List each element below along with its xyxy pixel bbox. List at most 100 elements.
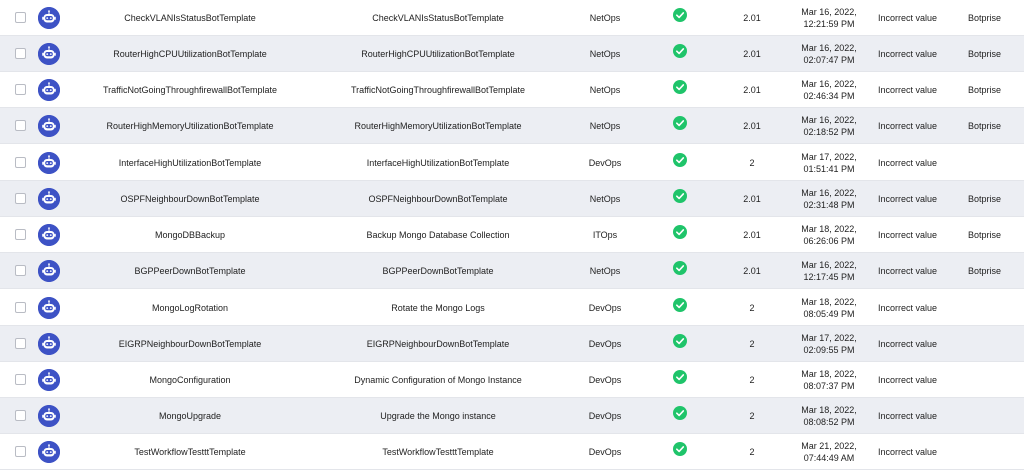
modified-datetime: Mar 16, 2022, 12:21:59 PM <box>780 0 878 35</box>
row-checkbox[interactable] <box>15 47 26 59</box>
bot-description: TrafficNotGoingThroughfirewallBotTemplat… <box>350 84 526 95</box>
row-checkbox[interactable] <box>15 373 26 385</box>
modified-date: Mar 16, 2022, <box>801 259 857 270</box>
bot-owner <box>968 290 1024 325</box>
modified-datetime: Mar 16, 2022, 12:17:45 PM <box>780 253 878 288</box>
bot-owner <box>968 145 1024 180</box>
row-checkbox[interactable] <box>15 119 26 131</box>
row-checkbox[interactable] <box>15 264 26 276</box>
bot-templates-table: CheckVLANIsStatusBotTemplate CheckVLANIsS… <box>0 0 1024 475</box>
row-checkbox[interactable] <box>15 445 26 457</box>
bot-group: ITOps <box>592 229 618 240</box>
bot-avatar-icon <box>38 296 60 319</box>
bot-name[interactable]: OSPFNeighbourDownBotTemplate <box>70 181 310 216</box>
row-checkbox[interactable] <box>15 192 26 204</box>
modified-datetime: Mar 16, 2022, 02:07:47 PM <box>780 36 878 71</box>
row-checkbox[interactable] <box>15 83 26 95</box>
bot-name[interactable]: TestWorkflowTestttTemplate <box>70 434 310 469</box>
validation-status: Incorrect value <box>878 157 938 168</box>
table-row[interactable]: InterfaceHighUtilizationBotTemplate Inter… <box>0 145 1024 181</box>
table-row[interactable]: MongoDBBackup Backup Mongo Database Colle… <box>0 217 1024 253</box>
bot-avatar-icon <box>38 440 60 463</box>
bot-name[interactable]: BGPPeerDownBotTemplate <box>70 253 310 288</box>
bot-owner: Botprise <box>968 84 1002 95</box>
bot-avatar-icon <box>38 42 60 65</box>
validation-status: Incorrect value <box>878 229 938 240</box>
bot-group: NetOps <box>589 265 621 276</box>
modified-time: 02:09:55 PM <box>803 344 855 355</box>
modified-date: Mar 21, 2022, <box>801 440 857 451</box>
modified-date: Mar 16, 2022, <box>801 42 857 53</box>
table-row[interactable]: MongoLogRotation Rotate the Mongo Logs Dev… <box>0 290 1024 326</box>
bot-name[interactable]: MongoUpgrade <box>70 398 310 433</box>
modified-time: 12:17:45 PM <box>803 271 855 282</box>
bot-avatar-icon <box>38 368 60 391</box>
bot-name[interactable]: InterfaceHighUtilizationBotTemplate <box>70 145 310 180</box>
bot-name[interactable]: EIGRPNeighbourDownBotTemplate <box>70 326 310 361</box>
modified-datetime: Mar 18, 2022, 08:08:52 PM <box>780 398 878 433</box>
bot-group: DevOps <box>588 302 622 313</box>
bot-description: InterfaceHighUtilizationBotTemplate <box>366 157 510 168</box>
bot-owner <box>968 398 1024 433</box>
bot-description: EIGRPNeighbourDownBotTemplate <box>366 338 510 349</box>
table-row[interactable]: CheckVLANIsStatusBotTemplate CheckVLANIsS… <box>0 0 1024 36</box>
row-checkbox[interactable] <box>15 228 26 240</box>
row-checkbox[interactable] <box>15 301 26 313</box>
modified-datetime: Mar 18, 2022, 08:05:49 PM <box>780 290 878 325</box>
row-checkbox[interactable] <box>15 156 26 168</box>
row-checkbox[interactable] <box>15 337 26 349</box>
bot-avatar-icon <box>38 259 60 282</box>
bot-name[interactable]: MongoLogRotation <box>70 290 310 325</box>
table-row[interactable]: RouterHighCPUUtilizationBotTemplate Route… <box>0 36 1024 72</box>
modified-time: 08:07:37 PM <box>803 380 855 391</box>
table-row[interactable]: TestWorkflowTestttTemplate TestWorkflowTe… <box>0 434 1024 470</box>
bot-group: DevOps <box>588 157 622 168</box>
table-row[interactable]: BGPPeerDownBotTemplate BGPPeerDownBotTemp… <box>0 253 1024 289</box>
bot-group: DevOps <box>588 410 622 421</box>
bot-description: Dynamic Configuration of Mongo Instance <box>354 374 522 385</box>
modified-time: 08:08:52 PM <box>803 416 855 427</box>
modified-time: 02:18:52 PM <box>803 126 855 137</box>
table-row[interactable]: RouterHighMemoryUtilizationBotTemplate Ro… <box>0 108 1024 144</box>
bot-name[interactable]: TrafficNotGoingThroughfirewallBotTemplat… <box>70 72 310 107</box>
bot-description: RouterHighMemoryUtilizationBotTemplate <box>354 120 522 131</box>
check-circle-icon <box>673 333 687 348</box>
bot-avatar-icon <box>38 187 60 210</box>
row-checkbox[interactable] <box>15 409 26 421</box>
bot-description: RouterHighCPUUtilizationBotTemplate <box>361 48 515 59</box>
bot-group: NetOps <box>589 48 621 59</box>
table-row[interactable]: TrafficNotGoingThroughfirewallBotTemplat… <box>0 72 1024 108</box>
bot-name[interactable]: RouterHighCPUUtilizationBotTemplate <box>70 36 310 71</box>
modified-time: 02:46:34 PM <box>803 90 855 101</box>
bot-owner <box>968 326 1024 361</box>
bot-name[interactable]: MongoDBBackup <box>70 217 310 252</box>
check-circle-icon <box>673 43 687 58</box>
bot-owner: Botprise <box>968 193 1002 204</box>
table-row[interactable]: MongoConfiguration Dynamic Configuration … <box>0 362 1024 398</box>
table-row[interactable]: OSPFNeighbourDownBotTemplate OSPFNeighbou… <box>0 181 1024 217</box>
bot-avatar-icon <box>38 332 60 355</box>
modified-date: Mar 16, 2022, <box>801 78 857 89</box>
bot-description: CheckVLANIsStatusBotTemplate <box>372 12 504 23</box>
bot-avatar-icon <box>38 78 60 101</box>
table-row[interactable]: MongoUpgrade Upgrade the Mongo instance De… <box>0 398 1024 434</box>
bot-avatar-icon <box>38 114 60 137</box>
bot-name[interactable]: CheckVLANIsStatusBotTemplate <box>70 0 310 35</box>
bot-name[interactable]: RouterHighMemoryUtilizationBotTemplate <box>70 108 310 143</box>
validation-status: Incorrect value <box>878 120 938 131</box>
table-row[interactable]: EIGRPNeighbourDownBotTemplate EIGRPNeighb… <box>0 326 1024 362</box>
validation-status: Incorrect value <box>878 446 938 457</box>
bot-owner <box>968 434 1024 469</box>
bot-owner: Botprise <box>968 265 1002 276</box>
validation-status: Incorrect value <box>878 48 938 59</box>
modified-date: Mar 17, 2022, <box>801 332 857 343</box>
bot-name[interactable]: MongoConfiguration <box>70 362 310 397</box>
bot-group: NetOps <box>589 193 621 204</box>
row-checkbox[interactable] <box>15 11 26 23</box>
modified-time: 12:21:59 PM <box>803 18 855 29</box>
bot-owner <box>968 362 1024 397</box>
modified-datetime: Mar 17, 2022, 02:09:55 PM <box>780 326 878 361</box>
bot-group: DevOps <box>588 446 622 457</box>
modified-datetime: Mar 17, 2022, 01:51:41 PM <box>780 145 878 180</box>
modified-time: 07:44:49 AM <box>803 452 855 463</box>
